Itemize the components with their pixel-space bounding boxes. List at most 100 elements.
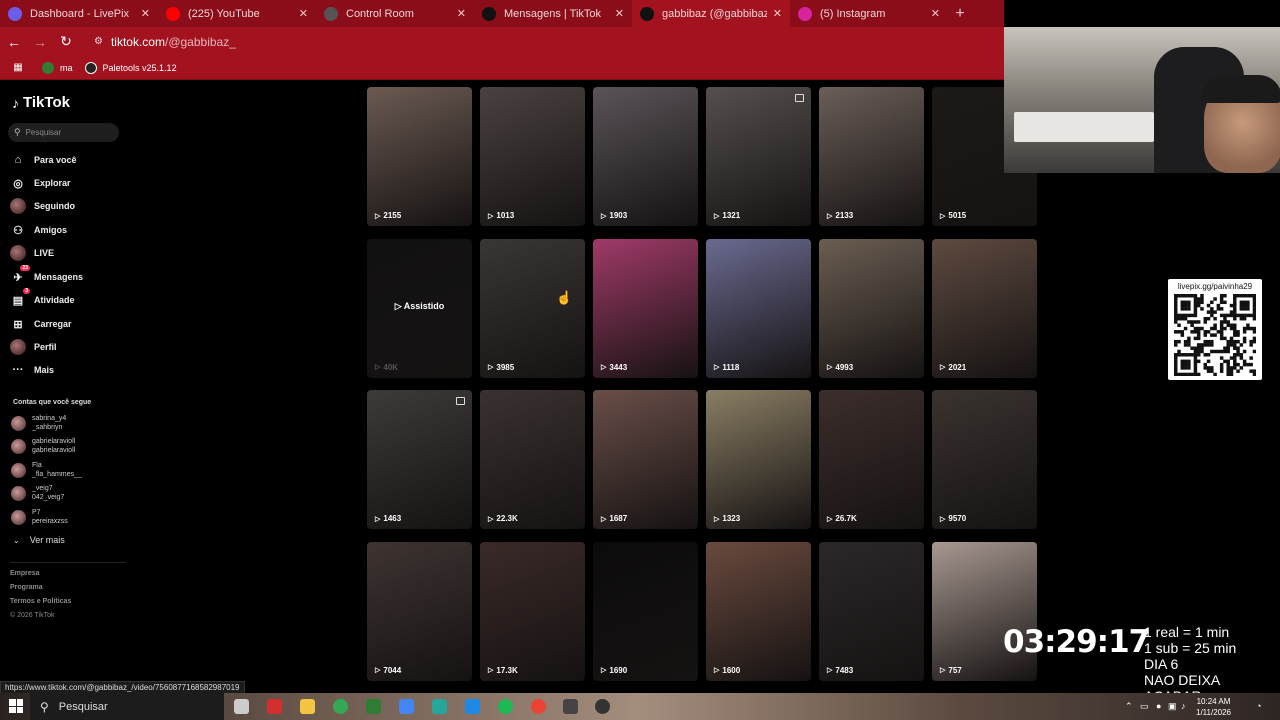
video-thumbnail[interactable]: ▷ 2133: [819, 87, 924, 226]
browser-tab[interactable]: Mensagens | TikTok ✕: [474, 0, 632, 27]
video-thumbnail[interactable]: ▷ 7483: [819, 541, 924, 681]
task-view-icon[interactable]: [234, 699, 249, 714]
video-thumbnail[interactable]: ▷ 1600: [706, 541, 811, 681]
browser-tab[interactable]: (5) Instagram ✕: [790, 0, 948, 27]
video-thumbnail[interactable]: ▷ 1321: [706, 87, 811, 226]
notification-badge: 23: [20, 265, 30, 271]
address-bar[interactable]: ⚙ tiktok.com/@gabbibaz_: [94, 35, 236, 49]
tab-label: Dashboard - LivePix: [30, 7, 130, 20]
video-thumbnail[interactable]: ▷ 1323: [706, 390, 811, 529]
footer-link-terms[interactable]: Termos e Políticas: [10, 598, 71, 605]
tray-chevron-icon[interactable]: ⌃: [1125, 701, 1133, 712]
video-thumbnail[interactable]: ▷ 1013: [480, 87, 585, 226]
account-name: _veig7: [32, 485, 53, 492]
video-thumbnail[interactable]: ▷ 17.3K: [480, 541, 585, 681]
app-teal-icon[interactable]: [432, 699, 447, 714]
video-thumbnail[interactable]: ▷ 2155: [367, 87, 472, 226]
chrome-icon[interactable]: [333, 699, 348, 714]
view-count: ▷ 3985: [488, 362, 515, 372]
taskbar-clock[interactable]: 10:24 AM 1/11/2026: [1196, 696, 1231, 718]
sidebar-item-live[interactable]: LIVE: [10, 243, 54, 263]
video-thumbnail[interactable]: ▷ 1687: [593, 390, 698, 529]
microphone-icon[interactable]: ●: [1156, 701, 1161, 711]
spotify-icon[interactable]: [498, 699, 513, 714]
close-icon[interactable]: ✕: [299, 7, 308, 20]
video-thumbnail[interactable]: ▷ 1903: [593, 87, 698, 226]
video-thumbnail[interactable]: ▷ Assistido ▷ 40K: [367, 238, 472, 378]
sidebar-item-seguindo[interactable]: Seguindo: [10, 196, 75, 216]
file-explorer-icon[interactable]: [300, 699, 315, 714]
browser-tab[interactable]: Control Room ✕: [316, 0, 474, 27]
notification-bell-icon[interactable]: ◔: [1256, 701, 1261, 711]
taskbar-search[interactable]: ⚲ Pesquisar: [30, 693, 224, 720]
video-thumbnail[interactable]: ▷ 2021: [932, 238, 1037, 378]
back-arrow-icon[interactable]: ←: [2, 34, 26, 50]
followed-account[interactable]: P7 pereiraxzss: [11, 508, 68, 526]
view-count: ▷ 40K: [375, 362, 399, 372]
browser-tab[interactable]: Dashboard - LivePix ✕: [0, 0, 158, 27]
sidebar-item-para-voce[interactable]: ⌂ Para você: [10, 150, 77, 170]
play-icon: ▷: [940, 515, 946, 523]
chrome-icon[interactable]: [531, 699, 546, 714]
footer-link-program[interactable]: Programa: [10, 584, 43, 591]
volume-icon[interactable]: ♪: [1181, 701, 1186, 711]
search-input[interactable]: ⚲ Pesquisar: [8, 123, 119, 142]
new-tab-button[interactable]: +: [948, 0, 972, 27]
video-thumbnail[interactable]: ▷ 3443: [593, 238, 698, 378]
browser-tab[interactable]: (225) YouTube ✕: [158, 0, 316, 27]
play-icon: ▷: [827, 515, 833, 523]
browser-tab[interactable]: gabbibaz (@gabbibaz_) | TikTok ✕: [632, 0, 790, 27]
video-thumbnail[interactable]: ▷ 26.7K: [819, 390, 924, 529]
sidebar-item-atividade[interactable]: ▤ 3 Atividade: [10, 288, 75, 310]
sidebar-item-amigos[interactable]: ⚇ Amigos: [10, 220, 67, 240]
app-red-icon[interactable]: [267, 699, 282, 714]
close-icon[interactable]: ✕: [773, 7, 782, 20]
followed-account[interactable]: gabrielaravioll gabrielaravioll: [11, 437, 75, 455]
sidebar-item-explorar[interactable]: ◎ Explorar: [10, 173, 70, 193]
followed-account[interactable]: sabrina_y4 _sahbriyn: [11, 414, 66, 432]
video-thumbnail[interactable]: ▷ 1118: [706, 238, 811, 378]
tray-app-icon[interactable]: ▭: [1140, 701, 1149, 712]
app-dark-icon[interactable]: [563, 699, 578, 714]
video-thumbnail[interactable]: ▷ 9570: [932, 390, 1037, 529]
play-icon: ▷: [601, 515, 607, 523]
footer-link-company[interactable]: Empresa: [10, 570, 40, 577]
sidebar-item-perfil[interactable]: Perfil: [10, 337, 57, 357]
play-icon: ▷: [714, 364, 720, 371]
sidebar-item-mais[interactable]: ··· Mais: [10, 360, 55, 380]
site-info-icon[interactable]: ⚙: [94, 36, 103, 47]
bookmark-ma[interactable]: ma: [42, 61, 73, 74]
video-thumbnail[interactable]: ▷ 1463: [367, 390, 472, 529]
see-more-button[interactable]: ⌄ Ver mais: [13, 535, 65, 545]
forward-arrow-icon[interactable]: →: [28, 34, 52, 50]
video-thumbnail[interactable]: ▷ 1690: [593, 541, 698, 681]
video-thumbnail[interactable]: ▷ 4993: [819, 238, 924, 378]
store-icon[interactable]: [399, 699, 414, 714]
sidebar-item-mensagens[interactable]: ✈ 23 Mensagens: [10, 265, 83, 287]
apps-grid-icon[interactable]: ▦: [6, 62, 30, 73]
sidebar-item-carregar[interactable]: ⊞ Carregar: [10, 314, 71, 334]
search-icon: ⚲: [14, 127, 21, 137]
network-icon[interactable]: ▣: [1168, 701, 1177, 712]
video-thumbnail[interactable]: ▷ 7044: [367, 541, 472, 681]
windows-start-icon[interactable]: [9, 699, 23, 713]
chevron-down-icon: ⌄: [13, 535, 20, 545]
followed-account[interactable]: Fla _fla_hammes__: [11, 461, 82, 479]
video-thumbnail[interactable]: ▷ 22.3K: [480, 390, 585, 529]
video-thumbnail[interactable]: ▷ 3985: [480, 238, 585, 378]
tiktok-logo[interactable]: ♪ TikTok: [12, 94, 70, 111]
obs-icon[interactable]: [595, 699, 610, 714]
close-icon[interactable]: ✕: [615, 7, 624, 20]
view-count: ▷ 757: [940, 665, 962, 675]
close-icon[interactable]: ✕: [141, 7, 150, 20]
app-green-icon[interactable]: [366, 699, 381, 714]
close-icon[interactable]: ✕: [457, 7, 466, 20]
edge-icon[interactable]: [465, 699, 480, 714]
following-section-title: Contas que você segue: [13, 399, 92, 406]
bookmark-paletools[interactable]: Paletools v25.1.12: [84, 61, 177, 74]
followed-account[interactable]: _veig7 042_veig7: [11, 484, 64, 502]
reload-icon[interactable]: ↻: [54, 33, 78, 50]
close-icon[interactable]: ✕: [931, 7, 940, 20]
instagram-icon: [798, 6, 812, 21]
subathon-rules: 1 real = 1 min 1 sub = 25 min DIA 6 NAO …: [1144, 624, 1280, 704]
